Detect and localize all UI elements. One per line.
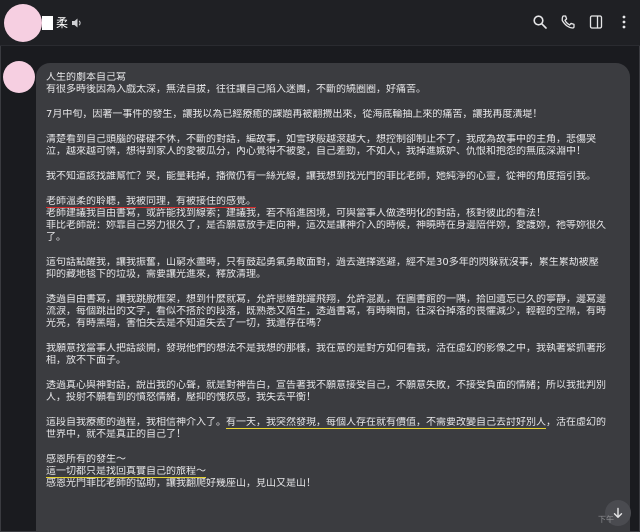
highlighted-text: 有一天，我突然發現，每個人存在就有價值，不需要改變自己去討好別人 [226,417,546,429]
search-icon[interactable] [532,14,548,30]
details-icon[interactable] [588,14,604,30]
message-line: 流淚，每個跳出的文字，看似不搭於的段落，既熟悉又陌生，透過書寫，有時瞬間，往深谷… [46,306,606,317]
message-line: 這段自我療癒的過程，我相信神介入了。有一天，我突然發現，每個人存在就有價值，不需… [46,417,621,429]
mute-icon [72,18,81,28]
highlighted-text: 老師溫柔的聆聽，我被同理，有被接住的感覺。 [46,196,256,208]
message-line: 菲比老師說：妳靠自己努力很久了，是否願意放手走向神，這次是讓神介入的時候，神曉時… [46,220,606,231]
message-line: 世界中，就不是真正的自己了！ [46,429,186,440]
message-line: 有很多時後因為入戲太深，無法自拔，往往讓自己陷入迷團，不斷的繞圈圈，好痛苦。 [46,84,426,95]
message-line: 泣，越來越可憐，想得到家人的愛被瓜分，內心覺得不被愛，自己差勁，不如人，我掉進嫉… [46,146,586,157]
message-line: 我不知道該找誰幫忙？哭，能量耗掉，播微仍有一絲光線，讓我想到找光門的菲比老師，她… [46,171,596,182]
message-line: 這句話點醒我，讓我振奮，山窮水盡時，只有鼓起勇氣勇敢面對，過去選擇逃避，經不是3… [46,257,599,268]
message-line: 人生的劇本自己寫 [46,72,126,83]
message-line: 感恩光門菲比老師的協助，讓我翻爬好幾座山，見山又是山！ [46,478,316,489]
message-line: 老師建議我自由書寫，或許能找到線索；建議我，若不陷進困境，可與當事人做透明化的對… [46,208,546,219]
message-line: 感恩所有的發生～ [46,454,126,465]
contact-avatar[interactable] [4,4,42,42]
message-line: 老師溫柔的聆聽，我被同理，有被接住的感覺。 [46,196,621,208]
contact-name: 柔 [56,16,69,30]
message-line: 透過真心與神對話，說出我的心聲，就是對神告白，宣告著我不願意接受自己，不願意失敗… [46,380,606,391]
message-text: ，活在虛幻的 [546,417,606,428]
message-bubble: 人生的劇本自己寫 有很多時後因為入戲太深，無法自拔，往往讓自己陷入迷團，不斷的繞圈… [36,63,630,532]
message-line: 7月中旬，因著一事件的發生，讓我以為已經療癒的課題再被翻攪出來，從海底輪抽上來的… [46,109,543,120]
message-line: 透過自由書寫，讓我跳脫框架，想到什麼就寫，允許思維跳躍飛翔，允許混亂，在圖書館的… [46,294,606,305]
message-line: 人，投射不願看到的憤怒情緒，壓抑的愧疚感，我失去平衡！ [46,392,316,403]
message-line: 這一切都只是找回真實自己的旅程～ [46,466,621,478]
message-line: 相，放不下面子。 [46,355,126,366]
message-line: 清楚看到自己頭腦的碟碟不休，不斷的對話，編故事，如雪球般越滾越大，想控制卻制止不… [46,134,596,145]
contact-title[interactable]: 柔 [42,14,83,32]
highlighted-text: 這一切都只是找回真實自己的旅程～ [46,466,206,478]
phone-icon[interactable] [560,14,576,30]
message-line: 了。 [46,232,66,243]
sender-avatar[interactable] [3,61,35,93]
contact-name-redaction [42,16,53,30]
message-line: 抑的藏地毯下的垃圾，需要讓光進來，釋放清理。 [46,269,266,280]
message-text: 這段自我療癒的過程，我相信神介入了。 [46,417,226,428]
message-line: 我願意找當事人把話談開，發現他們的想法不是我想的那樣，我在意的是對方如何看我，活… [46,343,606,354]
chat-header: 柔 [0,0,640,46]
message-line: 光亮，有時黑暗，害怕失去是不知道失去了一切，我還存在嗎？ [46,318,326,329]
message-time: 下午 [598,515,614,524]
more-icon[interactable] [616,14,632,30]
header-actions [532,14,632,30]
